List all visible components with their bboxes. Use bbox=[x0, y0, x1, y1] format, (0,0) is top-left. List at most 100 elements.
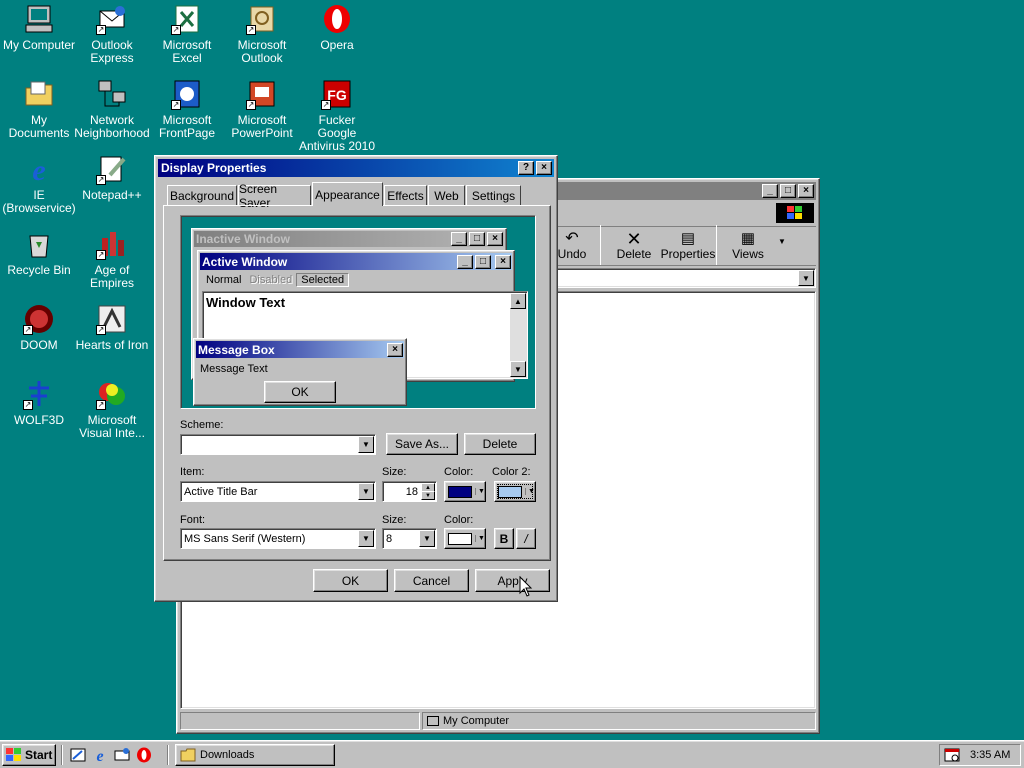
preview-inactive-titlebar: Inactive Window _ □ × bbox=[194, 231, 504, 247]
menu-selected: Selected bbox=[296, 273, 350, 287]
font-color-swatch bbox=[448, 532, 472, 545]
desktop-icon-excel[interactable]: ↗ Microsoft Excel bbox=[148, 3, 226, 65]
delete-toolbar-button[interactable]: ✕ Delete bbox=[612, 230, 656, 261]
icon-label: Opera bbox=[320, 38, 354, 52]
save-as-button[interactable]: Save As... bbox=[386, 433, 458, 455]
desktop-icon-opera[interactable]: Opera bbox=[298, 3, 376, 52]
views-dropdown-icon[interactable]: ▼ bbox=[778, 237, 786, 246]
item-label: Item: bbox=[180, 466, 205, 478]
folder-icon bbox=[180, 748, 196, 762]
scheduler-icon[interactable] bbox=[944, 747, 960, 763]
recycle-bin-icon bbox=[29, 235, 49, 258]
opera-icon bbox=[324, 5, 350, 33]
preview-window-text: Window Text bbox=[206, 295, 286, 310]
tab-appearance[interactable]: Appearance bbox=[312, 182, 383, 206]
start-button[interactable]: Start bbox=[2, 744, 56, 766]
status-pane bbox=[180, 712, 420, 730]
my-computer-icon bbox=[427, 716, 439, 726]
desktop-icon-outlook[interactable]: ↗ Microsoft Outlook bbox=[223, 3, 301, 65]
message-box-title: Message Box bbox=[198, 342, 275, 357]
desktop-icon-hearts-of-iron[interactable]: ↗ Hearts of Iron bbox=[73, 303, 151, 352]
desktop-icon-doom[interactable]: ↗ DOOM bbox=[0, 303, 78, 352]
opera-icon[interactable] bbox=[136, 747, 152, 763]
icon-label: Antivirus 2010 bbox=[298, 139, 376, 153]
tab-screen-saver[interactable]: Screen Saver bbox=[238, 182, 311, 210]
tab-web[interactable]: Web bbox=[428, 185, 465, 205]
desktop-icon-outlook-express[interactable]: ↗ Outlook Express bbox=[73, 3, 151, 65]
chevron-down-icon: ▼ bbox=[475, 535, 485, 542]
taskbar-separator bbox=[61, 745, 63, 765]
desktop-icon-powerpoint[interactable]: ↗ Microsoft PowerPoint bbox=[223, 78, 301, 140]
item-select[interactable]: Active Title Bar ▼ bbox=[180, 481, 376, 502]
item-color-button[interactable]: ▼ bbox=[444, 481, 486, 502]
task-button-downloads[interactable]: Downloads bbox=[175, 744, 335, 766]
maximize-button[interactable]: □ bbox=[780, 184, 796, 198]
address-dropdown-icon[interactable]: ▼ bbox=[798, 270, 814, 286]
close-button[interactable]: × bbox=[536, 161, 552, 175]
color2-button[interactable]: ▼ bbox=[494, 481, 536, 502]
desktop-icon-my-computer[interactable]: My Computer bbox=[0, 3, 78, 52]
chevron-down-icon: ▼ bbox=[525, 488, 535, 495]
font-label: Font: bbox=[180, 514, 206, 526]
close-button[interactable]: × bbox=[798, 184, 814, 198]
clock[interactable]: 3:35 AM bbox=[970, 749, 1010, 761]
views-button[interactable]: ▦ Views bbox=[728, 230, 768, 262]
show-desktop-icon[interactable] bbox=[70, 747, 86, 763]
desktop-icon-recycle-bin[interactable]: Recycle Bin bbox=[0, 228, 78, 277]
item-size-spinner[interactable]: 18 ▲ ▼ bbox=[382, 481, 437, 502]
icon-label: (Browservice) bbox=[2, 201, 76, 215]
desktop-icon-network[interactable]: Network Neighborhood bbox=[73, 78, 151, 140]
bold-button[interactable]: B bbox=[494, 528, 514, 549]
undo-button[interactable]: ↶ Undo bbox=[552, 231, 592, 262]
font-size-label: Size: bbox=[382, 514, 407, 526]
font-value: MS Sans Serif (Western) bbox=[184, 532, 306, 545]
desktop-icon-frontpage[interactable]: ↗ Microsoft FrontPage bbox=[148, 78, 226, 140]
icon-label: WOLF3D bbox=[13, 413, 64, 427]
preview-menubar: Normal Disabled Selected bbox=[202, 272, 350, 288]
desktop-icon-wolf3d[interactable]: ↗ WOLF3D bbox=[0, 378, 78, 427]
ok-button[interactable]: OK bbox=[313, 569, 388, 592]
apply-button[interactable]: Apply bbox=[475, 569, 550, 592]
properties-button[interactable]: ▤ Properties bbox=[658, 231, 718, 262]
font-color-label: Color: bbox=[444, 514, 474, 526]
cancel-button[interactable]: Cancel bbox=[394, 569, 469, 592]
icon-label: Recycle Bin bbox=[7, 263, 71, 277]
color2-swatch bbox=[498, 485, 522, 498]
start-label: Start bbox=[25, 748, 53, 762]
desktop-icon-my-documents[interactable]: My Documents bbox=[0, 78, 78, 140]
italic-button[interactable]: / bbox=[516, 528, 536, 549]
chevron-down-icon: ▼ bbox=[358, 436, 374, 453]
color1-swatch bbox=[448, 485, 472, 498]
dialog-titlebar[interactable]: Display Properties ? × bbox=[158, 159, 554, 177]
tab-effects[interactable]: Effects bbox=[384, 185, 427, 205]
scheme-select[interactable]: ▼ bbox=[180, 434, 376, 455]
menu-normal: Normal bbox=[206, 274, 242, 286]
svg-text:e: e bbox=[96, 748, 103, 763]
desktop-icon-ie[interactable]: e IE (Browservice) bbox=[0, 153, 78, 215]
ie-icon[interactable]: e bbox=[92, 747, 108, 763]
help-button[interactable]: ? bbox=[518, 161, 534, 175]
icon-label: Visual Inte... bbox=[79, 426, 145, 440]
minimize-button[interactable]: _ bbox=[762, 184, 778, 198]
outlook-express-icon[interactable] bbox=[114, 747, 130, 763]
desktop-icon-age-of-empires[interactable]: ↗ Age of Empires bbox=[73, 228, 151, 290]
spin-down-icon[interactable]: ▼ bbox=[421, 491, 435, 500]
task-label: Downloads bbox=[200, 749, 255, 761]
font-size-value: 8 bbox=[386, 532, 393, 545]
display-properties-dialog[interactable]: Display Properties ? × Background Screen… bbox=[154, 155, 558, 602]
icon-label: My Computer bbox=[2, 38, 76, 52]
font-size-select[interactable]: 8 ▼ bbox=[382, 528, 437, 549]
desktop-icon-visual-interdev[interactable]: ↗ Microsoft Visual Inte... bbox=[73, 378, 151, 440]
font-color-button[interactable]: ▼ bbox=[444, 528, 486, 549]
delete-button[interactable]: Delete bbox=[464, 433, 536, 455]
desktop-icon-notepad[interactable]: ↗ Notepad++ bbox=[73, 153, 151, 202]
icon-label: Excel bbox=[172, 51, 202, 65]
views-icon: ▦ bbox=[740, 230, 756, 247]
item-value: Active Title Bar bbox=[184, 485, 258, 498]
tab-settings[interactable]: Settings bbox=[466, 185, 521, 205]
desktop-icon-antivirus[interactable]: FG ↗ Fucker Google Antivirus 2010 bbox=[298, 78, 376, 153]
chevron-down-icon: ▼ bbox=[419, 530, 435, 547]
quick-launch: e bbox=[70, 747, 152, 763]
font-select[interactable]: MS Sans Serif (Western) ▼ bbox=[180, 528, 376, 549]
tab-background[interactable]: Background bbox=[167, 185, 237, 205]
